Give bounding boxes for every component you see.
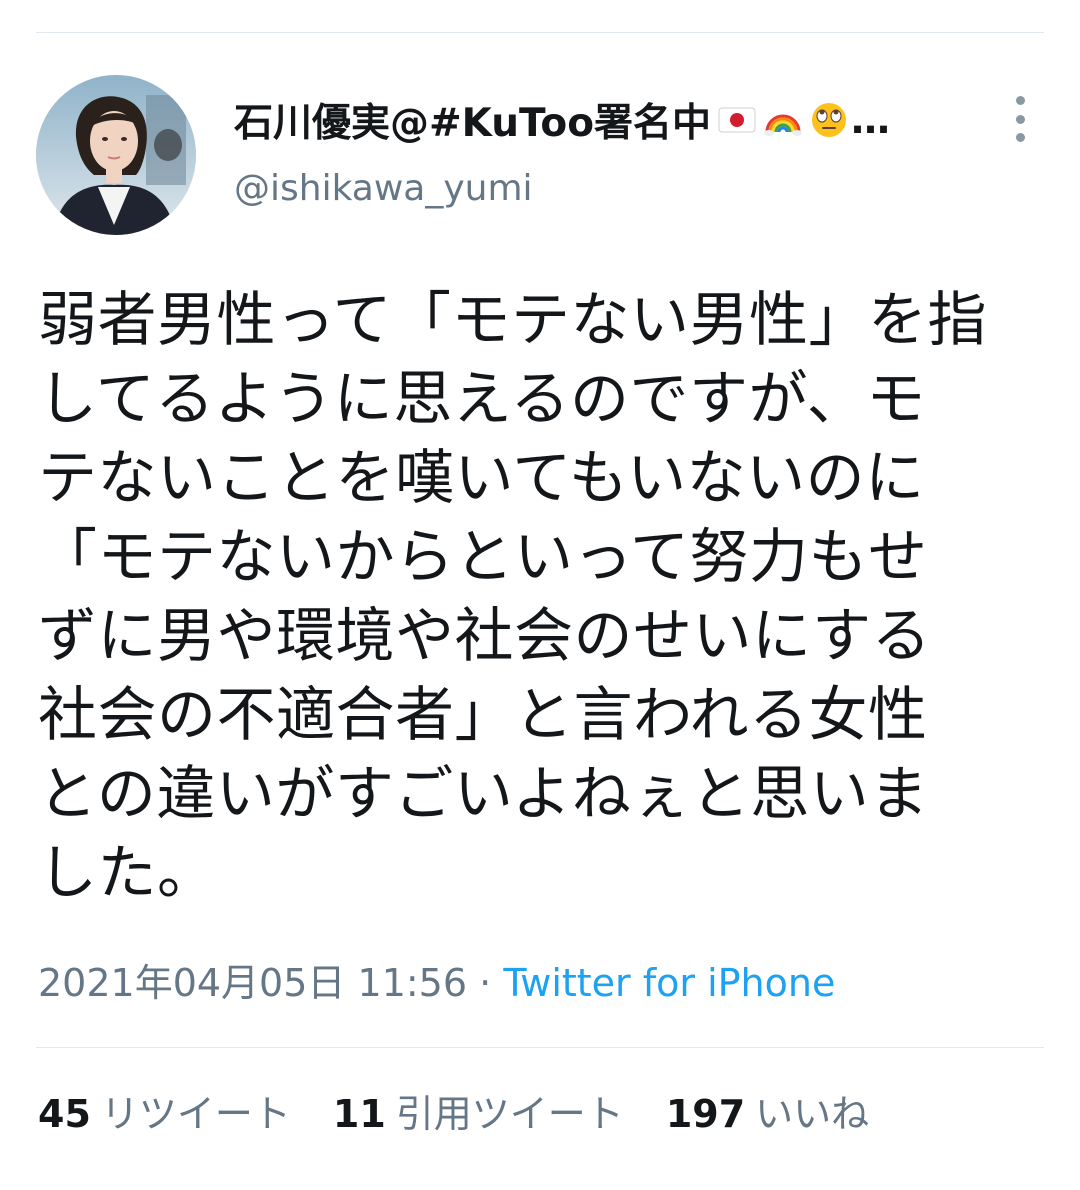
author-handle[interactable]: @ishikawa_yumi	[234, 168, 533, 209]
more-options-icon-dot	[1015, 114, 1025, 124]
flag-japan-icon	[717, 100, 757, 140]
top-divider	[36, 32, 1044, 33]
face-rolling-eyes-icon	[809, 100, 849, 140]
rainbow-icon	[763, 100, 803, 140]
quote-tweets-stat[interactable]: 11 引用ツイート	[333, 1086, 624, 1142]
avatar-photo	[36, 75, 196, 235]
engagement-stats: 45 リツイート 11 引用ツイート 197 いいね	[38, 1086, 869, 1142]
tweet-text: 弱者男性って「モテない男性」を指 してるように思えるのですが、モ テないことを嘆…	[38, 285, 988, 907]
retweets-stat[interactable]: 45 リツイート	[38, 1086, 291, 1142]
author-display-name[interactable]: 石川優実@#KuToo署名中	[234, 92, 711, 148]
avatar[interactable]	[36, 75, 196, 235]
more-options-button[interactable]	[1000, 96, 1040, 142]
likes-stat[interactable]: 197 いいね	[666, 1086, 869, 1142]
quote-count: 11	[332, 1092, 386, 1136]
more-options-icon-dot	[1015, 133, 1025, 142]
retweet-count: 45	[38, 1092, 91, 1136]
like-count: 197	[665, 1092, 746, 1136]
retweet-label: リツイート	[100, 1092, 291, 1136]
more-options-icon	[1015, 96, 1025, 105]
stats-divider	[36, 1047, 1044, 1048]
like-label: いいね	[755, 1092, 870, 1136]
tweet-source-link[interactable]: Twitter for iPhone	[503, 961, 835, 1005]
author-name-row[interactable]: 石川優実@#KuToo署名中 …	[234, 92, 890, 148]
tweet-metadata: 2021年04月05日 11:56 · Twitter for iPhone	[38, 955, 835, 1011]
name-truncation: …	[851, 97, 890, 143]
tweet-date: 2021年04月05日	[38, 961, 346, 1005]
meta-separator: ·	[479, 961, 492, 1005]
quote-label: 引用ツイート	[395, 1092, 624, 1136]
tweet-time: 11:56	[357, 961, 468, 1005]
